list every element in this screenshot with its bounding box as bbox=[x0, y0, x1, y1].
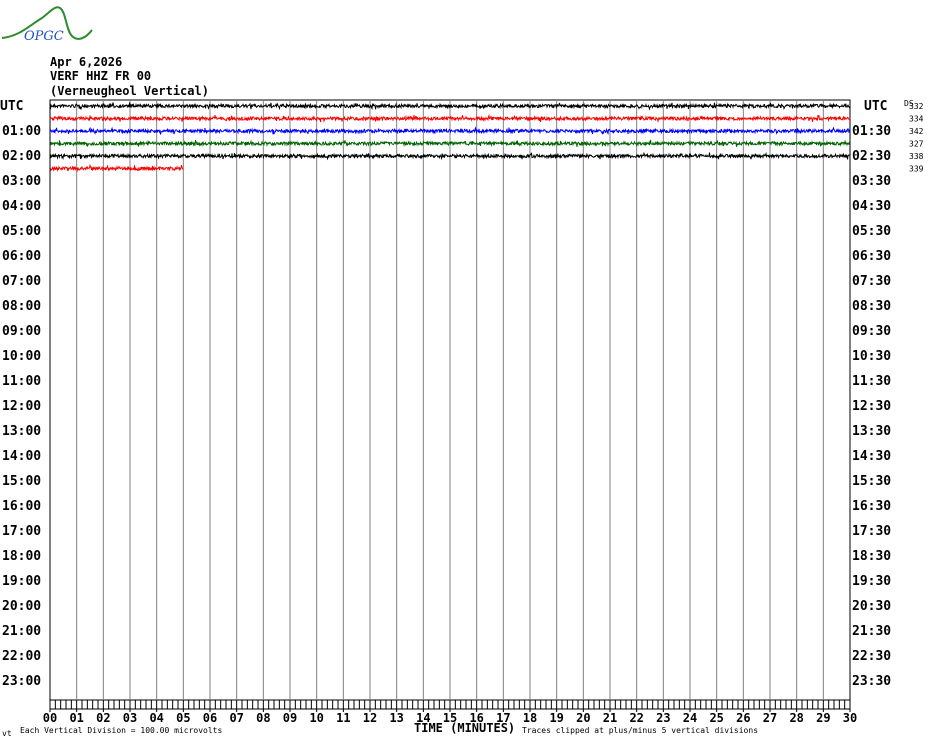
left-hour-label: 16:00 bbox=[2, 499, 41, 514]
right-hour-label: 04:30 bbox=[852, 199, 891, 214]
x-tick-label: 11 bbox=[336, 711, 350, 725]
left-hour-label: 01:00 bbox=[2, 124, 41, 139]
corner-mark: vt bbox=[2, 729, 12, 738]
x-tick-label: 05 bbox=[176, 711, 190, 725]
right-hour-label: 03:30 bbox=[852, 174, 891, 189]
right-hour-label: 22:30 bbox=[852, 649, 891, 664]
x-tick-label: 12 bbox=[363, 711, 377, 725]
x-tick-label: 02 bbox=[96, 711, 110, 725]
left-hour-label: 15:00 bbox=[2, 474, 41, 489]
right-hour-label: 20:30 bbox=[852, 599, 891, 614]
x-tick-label: 08 bbox=[256, 711, 270, 725]
logo-text: OPGC bbox=[24, 29, 64, 44]
seismic-trace bbox=[49, 163, 184, 172]
left-hour-label: 05:00 bbox=[2, 224, 41, 239]
date-label: Apr 6,2026 bbox=[50, 55, 122, 69]
left-hour-label: 10:00 bbox=[2, 349, 41, 364]
left-hour-label: 23:00 bbox=[2, 674, 41, 689]
trace-ds-value: 334 bbox=[909, 115, 924, 124]
x-tick-label: 09 bbox=[283, 711, 297, 725]
right-hour-label: 02:30 bbox=[852, 149, 891, 164]
left-hour-label: 13:00 bbox=[2, 424, 41, 439]
trace-ds-value: 338 bbox=[909, 152, 924, 161]
left-utc-title: UTC bbox=[0, 99, 23, 114]
left-hour-label: 12:00 bbox=[2, 399, 41, 414]
trace-ds-value: 339 bbox=[909, 165, 924, 174]
x-tick-label: 23 bbox=[656, 711, 670, 725]
x-tick-label: 24 bbox=[683, 711, 697, 725]
right-hour-label: 12:30 bbox=[852, 399, 891, 414]
left-hour-label: 06:00 bbox=[2, 249, 41, 264]
x-tick-label: 20 bbox=[576, 711, 590, 725]
x-tick-label: 04 bbox=[149, 711, 163, 725]
right-hour-label: 16:30 bbox=[852, 499, 891, 514]
x-tick-label: 30 bbox=[843, 711, 857, 725]
x-tick-label: 26 bbox=[736, 711, 750, 725]
right-hour-label: 10:30 bbox=[852, 349, 891, 364]
right-hour-label: 23:30 bbox=[852, 674, 891, 689]
left-hour-label: 21:00 bbox=[2, 624, 41, 639]
x-tick-label: 22 bbox=[629, 711, 643, 725]
left-hour-label: 09:00 bbox=[2, 324, 41, 339]
station-description: (Verneugheol Vertical) bbox=[50, 84, 209, 98]
opgc-logo: OPGC bbox=[1, 6, 93, 44]
right-hour-label: 15:30 bbox=[852, 474, 891, 489]
station-label: VERF HHZ FR 00 bbox=[50, 69, 151, 83]
x-tick-label: 10 bbox=[309, 711, 323, 725]
left-hour-label: 19:00 bbox=[2, 574, 41, 589]
left-hour-label: 08:00 bbox=[2, 299, 41, 314]
right-hour-label: 05:30 bbox=[852, 224, 891, 239]
x-tick-label: 07 bbox=[229, 711, 243, 725]
x-tick-label: 06 bbox=[203, 711, 217, 725]
right-hour-label: 07:30 bbox=[852, 274, 891, 289]
right-utc-title: UTC bbox=[864, 99, 887, 114]
right-hour-label: 09:30 bbox=[852, 324, 891, 339]
left-hour-label: 03:00 bbox=[2, 174, 41, 189]
left-hour-label: 11:00 bbox=[2, 374, 41, 389]
right-hour-label: 06:30 bbox=[852, 249, 891, 264]
left-hour-label: 22:00 bbox=[2, 649, 41, 664]
left-hour-label: 18:00 bbox=[2, 549, 41, 564]
x-tick-label: 25 bbox=[709, 711, 723, 725]
left-hour-label: 04:00 bbox=[2, 199, 41, 214]
scale-note: Each Vertical Division = 100.00 microvol… bbox=[20, 726, 222, 735]
trace-ds-value: 332 bbox=[909, 102, 924, 111]
x-tick-label: 18 bbox=[523, 711, 537, 725]
x-tick-label: 29 bbox=[816, 711, 830, 725]
right-hour-label: 01:30 bbox=[852, 124, 891, 139]
right-hour-label: 13:30 bbox=[852, 424, 891, 439]
left-hour-label: 07:00 bbox=[2, 274, 41, 289]
right-hour-label: 14:30 bbox=[852, 449, 891, 464]
left-hour-label: 20:00 bbox=[2, 599, 41, 614]
x-tick-label: 21 bbox=[603, 711, 617, 725]
right-hour-label: 08:30 bbox=[852, 299, 891, 314]
right-hour-label: 21:30 bbox=[852, 624, 891, 639]
right-hour-label: 11:30 bbox=[852, 374, 891, 389]
trace-ds-value: 342 bbox=[909, 127, 924, 136]
left-hour-label: 17:00 bbox=[2, 524, 41, 539]
right-hour-label: 19:30 bbox=[852, 574, 891, 589]
x-tick-label: 28 bbox=[789, 711, 803, 725]
right-hour-label: 18:30 bbox=[852, 549, 891, 564]
x-tick-label: 01 bbox=[69, 711, 83, 725]
x-tick-label: 27 bbox=[763, 711, 777, 725]
x-tick-label: 13 bbox=[389, 711, 403, 725]
left-hour-label: 14:00 bbox=[2, 449, 41, 464]
right-hour-label: 17:30 bbox=[852, 524, 891, 539]
trace-ds-value: 327 bbox=[909, 140, 924, 149]
x-tick-label: 03 bbox=[123, 711, 137, 725]
x-tick-label: 19 bbox=[549, 711, 563, 725]
clip-note: Traces clipped at plus/minus 5 vertical … bbox=[522, 726, 758, 735]
left-hour-label: 02:00 bbox=[2, 149, 41, 164]
x-axis-title: TIME (MINUTES) bbox=[414, 721, 515, 735]
helicorder-plot: OPGC Apr 6,2026 VERF HHZ FR 00 (Verneugh… bbox=[0, 6, 924, 738]
x-tick-label: 00 bbox=[43, 711, 57, 725]
